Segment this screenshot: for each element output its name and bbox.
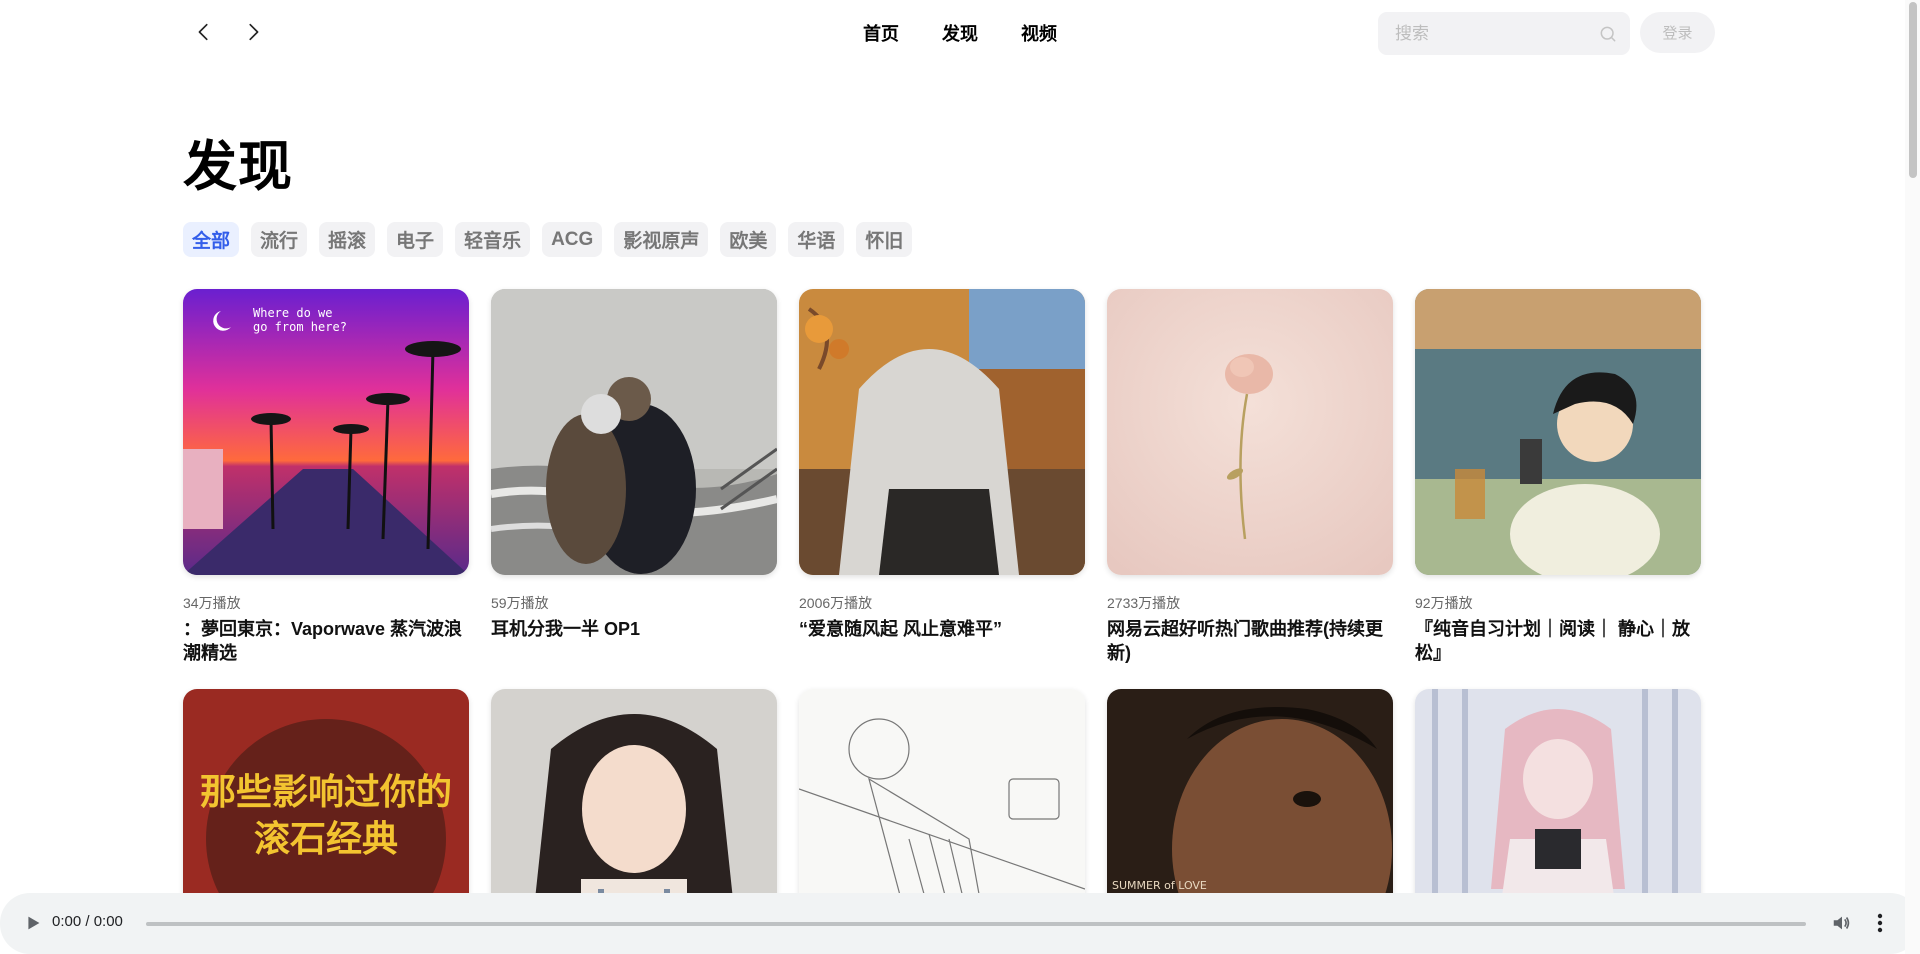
scrollbar[interactable] [1905, 0, 1920, 954]
category-chip-rock[interactable]: 摇滚 [319, 222, 376, 257]
playlist-card[interactable]: Where do we go from here? 34万播放 ：夢回東京：Va… [183, 289, 469, 665]
playlist-name[interactable]: ：夢回東京：Vaporwave 蒸汽波浪潮精选 [183, 617, 469, 665]
playlist-card[interactable]: 59万播放 耳机分我一半 OP1 [491, 289, 777, 665]
top-bar: 首页 发现 视频 登录 [0, 0, 1920, 66]
search-input[interactable] [1378, 12, 1578, 55]
more-options-icon[interactable] [1870, 911, 1890, 935]
nav-link-video[interactable]: 视频 [1021, 20, 1057, 46]
progress-bar[interactable] [146, 922, 1806, 926]
play-count: 92万播放 [1415, 595, 1473, 611]
playlist-cover[interactable] [799, 289, 1085, 575]
scrollbar-thumb[interactable] [1909, 2, 1917, 178]
nav-link-home[interactable]: 首页 [863, 20, 899, 46]
cover-caption: Where do we [253, 306, 332, 320]
play-count: 59万播放 [491, 595, 549, 611]
category-chip-all[interactable]: 全部 [183, 222, 240, 257]
search-icon[interactable] [1598, 24, 1618, 44]
svg-text:go from here?: go from here? [253, 320, 347, 334]
playlist-card[interactable]: 2006万播放 “爱意随风起 风止意难平” [799, 289, 1085, 665]
playlist-name[interactable]: “爱意随风起 风止意难平” [799, 617, 1085, 641]
playlist-grid: Where do we go from here? 34万播放 ：夢回東京：Va… [183, 289, 1703, 954]
play-count: 2733万播放 [1107, 595, 1181, 611]
cover-caption: SUMMER of LOVE [1112, 879, 1207, 892]
play-count: 2006万播放 [799, 595, 873, 611]
playlist-cover[interactable] [491, 289, 777, 575]
cover-caption: 那些影响过你的 [200, 772, 452, 813]
audio-player: 0:00 / 0:00 [0, 893, 1920, 954]
category-chip-electronic[interactable]: 电子 [387, 222, 444, 257]
play-count: 34万播放 [183, 595, 241, 611]
login-button[interactable]: 登录 [1640, 12, 1715, 53]
category-tabs: 全部 流行 摇滚 电子 轻音乐 ACG 影视原声 欧美 华语 怀旧 [183, 222, 913, 257]
category-chip-light-music[interactable]: 轻音乐 [455, 222, 531, 257]
playlist-cover[interactable] [1107, 289, 1393, 575]
category-chip-acg[interactable]: ACG [542, 222, 603, 257]
play-icon[interactable] [22, 912, 44, 934]
page-title: 发现 [183, 137, 293, 197]
category-chip-pop[interactable]: 流行 [251, 222, 308, 257]
playlist-name[interactable]: 『纯音自习计划｜阅读｜ 静心｜放松』 [1415, 617, 1701, 665]
category-chip-soundtrack[interactable]: 影视原声 [614, 222, 709, 257]
svg-text:滚石经典: 滚石经典 [254, 819, 398, 860]
playlist-name[interactable]: 网易云超好听热门歌曲推荐(持续更新) [1107, 617, 1393, 665]
time-display: 0:00 / 0:00 [52, 913, 123, 930]
search-box [1378, 12, 1630, 55]
playlist-name[interactable]: 耳机分我一半 OP1 [491, 617, 777, 641]
playlist-cover[interactable]: Where do we go from here? [183, 289, 469, 575]
nav-link-discover[interactable]: 发现 [942, 20, 978, 46]
volume-icon[interactable] [1830, 912, 1854, 934]
playlist-cover[interactable] [1415, 289, 1701, 575]
main-nav: 首页 发现 视频 [0, 20, 1920, 46]
category-chip-nostalgia[interactable]: 怀旧 [856, 222, 913, 257]
page: 首页 发现 视频 登录 发现 全部 流行 摇滚 电子 轻音乐 ACG 影视原声 … [0, 0, 1920, 954]
playlist-card[interactable]: 92万播放 『纯音自习计划｜阅读｜ 静心｜放松』 [1415, 289, 1701, 665]
playlist-card[interactable]: 2733万播放 网易云超好听热门歌曲推荐(持续更新) [1107, 289, 1393, 665]
category-chip-chinese[interactable]: 华语 [788, 222, 845, 257]
category-chip-western[interactable]: 欧美 [720, 222, 777, 257]
